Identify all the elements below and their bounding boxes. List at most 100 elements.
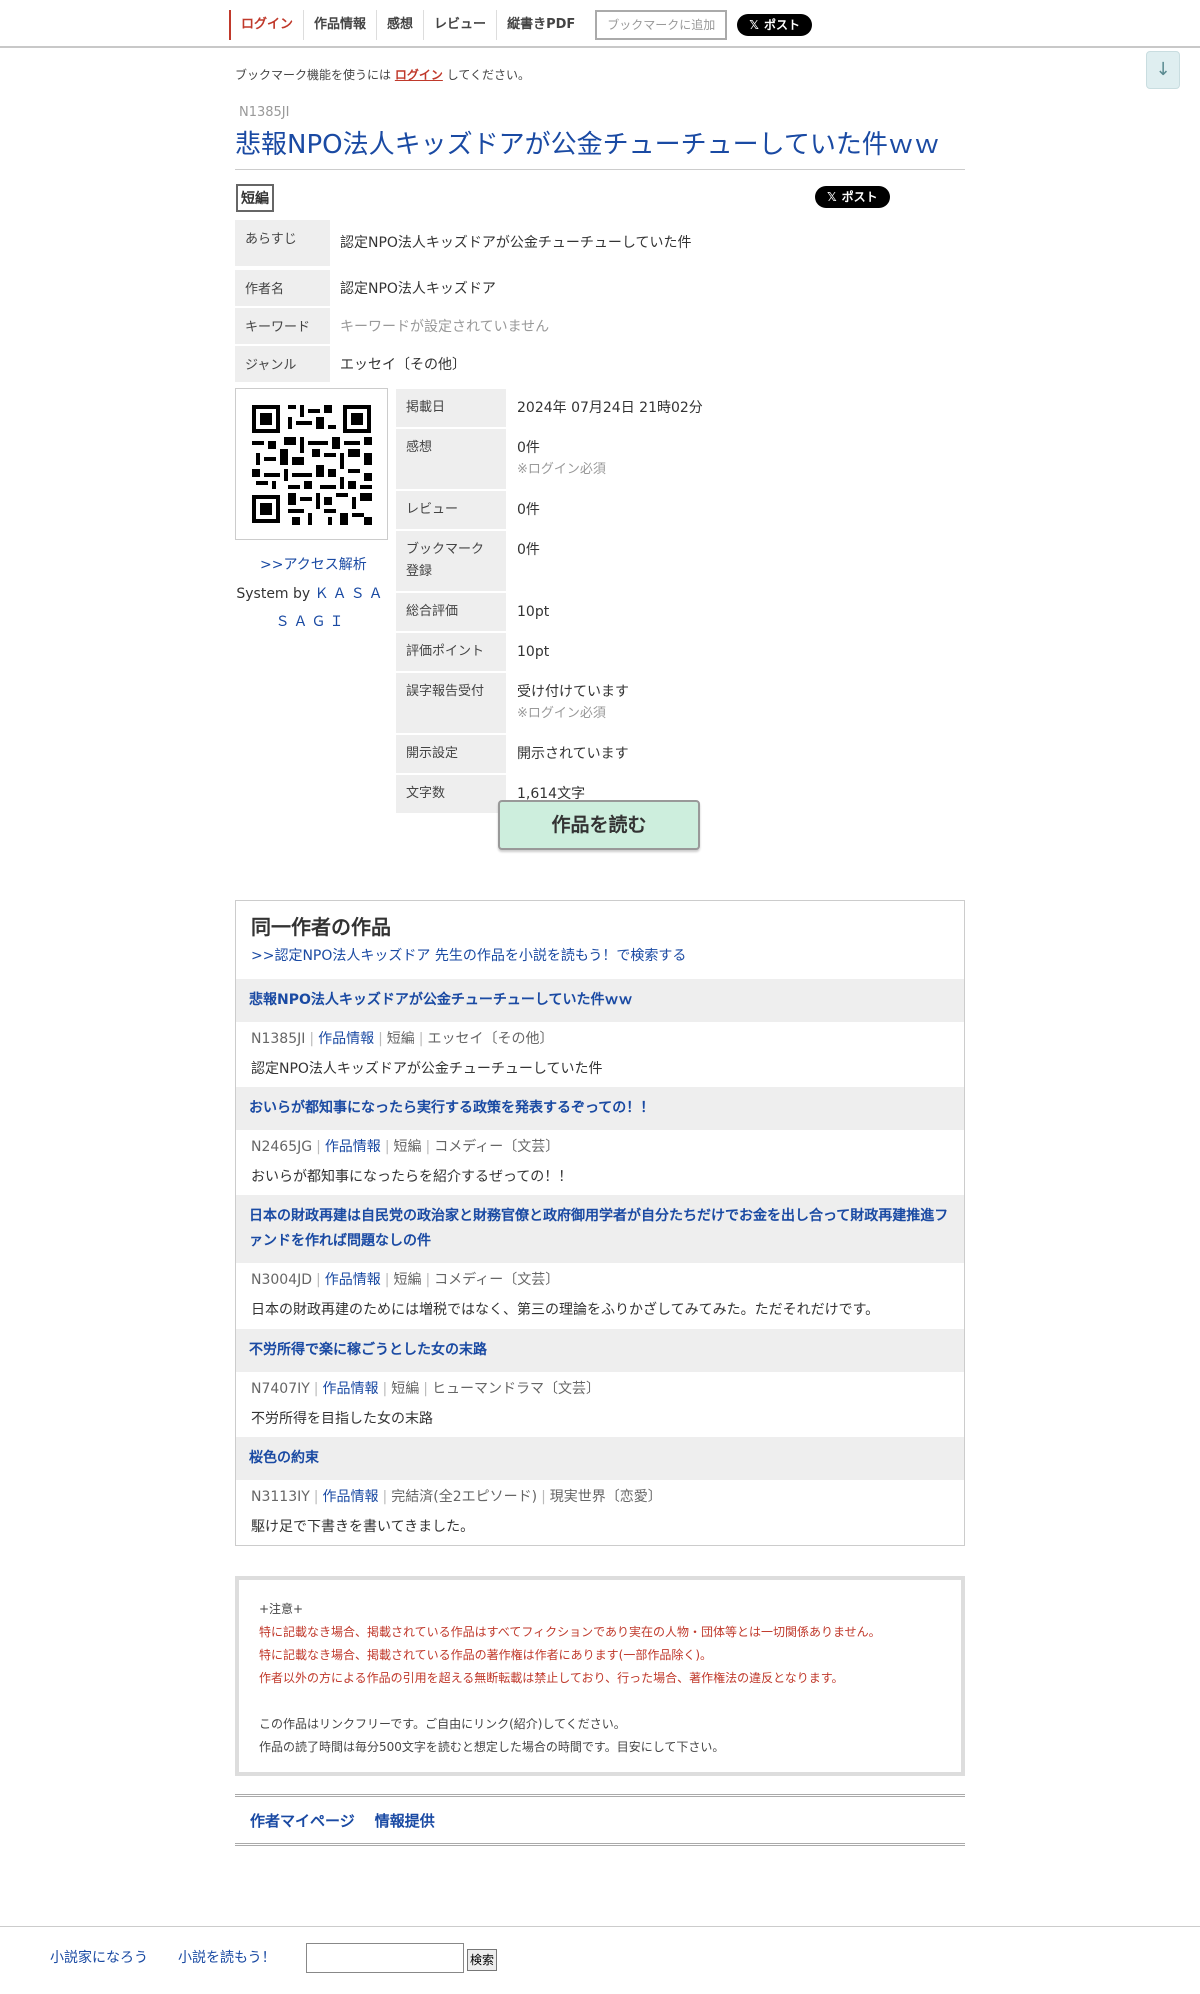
bottom-bar: 小説家になろう 小説を読もう！ 検索 (0, 1926, 1200, 1994)
scroll-down-button[interactable]: ↓ (1146, 51, 1180, 89)
bookmark-login-link[interactable]: ログイン (395, 68, 443, 82)
system-credit: System by ＫＡＳＡＳＡＧＩ (235, 580, 388, 636)
login-required-note: ※ログイン必須 (517, 706, 606, 721)
login-link[interactable]: ログイン (229, 10, 303, 40)
work-title-link[interactable]: 日本の財政再建は自民党の政治家と財務官僚と政府御用学者が自分たちだけでお金を出し… (236, 1195, 964, 1263)
stat-key: 開示設定 (396, 735, 506, 773)
stat-key: 誤字報告受付 (396, 673, 506, 733)
work-ncode: N7407IY (251, 1381, 310, 1397)
stat-key: 評価ポイント (396, 633, 506, 671)
work-info-link[interactable]: 作品情報 (323, 1381, 379, 1397)
stat-row: 総合評価 10pt (396, 593, 816, 631)
x-post-button[interactable]: 𝕏 ポスト (737, 14, 812, 36)
work-meta: N2465JG | 作品情報 | 短編 | コメディー〔文芸〕 (251, 1139, 560, 1155)
search-button[interactable]: 検索 (467, 1949, 497, 1971)
qr-code-icon (252, 405, 372, 525)
work-ncode: N3004JD (251, 1272, 313, 1288)
work-genre: ヒューマンドラマ〔文芸〕 (431, 1381, 600, 1397)
work-genre: コメディー〔文芸〕 (434, 1139, 560, 1155)
stat-key: 文字数 (396, 775, 506, 813)
page-title: 悲報NPO法人キッズドアが公金チューチューしていた件ｗｗ (235, 124, 965, 170)
add-bookmark-button[interactable]: ブックマークに追加 (595, 10, 728, 40)
stat-value: 0件 (517, 542, 540, 558)
stat-value: 0件 (517, 502, 540, 518)
access-analysis-link[interactable]: >>アクセス解析 (260, 554, 367, 574)
work-ncode: N3113IY (251, 1489, 310, 1505)
work-info-link[interactable]: 作品情報 (325, 1139, 381, 1155)
stat-key: 掲載日 (396, 389, 506, 427)
vertical-pdf-link[interactable]: 縦書きPDF (496, 10, 585, 40)
stat-value: 10pt (517, 644, 550, 660)
list-item: 不労所得で楽に稼ごうとした女の末路 N7407IY | 作品情報 | 短編 | ヒューマンド… (236, 1329, 964, 1439)
notice-line: 作品の読了時間は毎分500文字を読むと想定した場合の時間です。目安にして下さい。 (259, 1740, 725, 1754)
work-title-link[interactable]: 悲報NPO法人キッズドアが公金チューチューしていた件ｗｗ (236, 979, 964, 1022)
x-post-label: ポスト (841, 190, 878, 204)
work-kind: 短編 (393, 1272, 422, 1288)
work-genre: コメディー〔文芸〕 (434, 1272, 560, 1288)
notice-heading: +注意+ (259, 1602, 304, 1616)
work-meta: N3113IY | 作品情報 | 完結済(全2エピソード) | 現実世界〔恋愛〕 (251, 1489, 662, 1505)
stat-value: 10pt (517, 604, 550, 620)
list-item: 日本の財政再建は自民党の政治家と財務官僚と政府御用学者が自分たちだけでお金を出し… (236, 1195, 964, 1330)
x-post-button-secondary[interactable]: 𝕏 ポスト (815, 186, 890, 208)
review-link[interactable]: レビュー (423, 10, 496, 40)
shosetsu-wo-yomou-link[interactable]: 小説を読もう！ (178, 1947, 276, 1967)
search-input[interactable] (306, 1943, 464, 1973)
work-title-link[interactable]: 桜色の約束 (236, 1437, 964, 1480)
info-key: あらすじ (235, 220, 330, 266)
info-row-author: 作者名 認定NPO法人キッズドア (235, 270, 965, 306)
bookmark-notice: ブックマーク機能を使うには ログイン してください。 (235, 66, 530, 83)
work-kind: 短編 (391, 1381, 420, 1397)
work-ncode: N2465JG (251, 1139, 313, 1155)
info-value: 認定NPO法人キッズドアが公金チューチューしていた件 (340, 235, 692, 251)
stat-row: ブックマーク登録 0件 (396, 531, 816, 591)
stat-value: 0件 ※ログイン必須 (506, 429, 816, 489)
shosetsuka-ni-narou-link[interactable]: 小説家になろう (50, 1947, 148, 1967)
info-key: キーワード (235, 308, 330, 344)
stat-key: 総合評価 (396, 593, 506, 631)
list-item: おいらが都知事になったら実行する政策を発表するぞっての！！ N2465JG | 作品… (236, 1087, 964, 1197)
impressions-link[interactable]: 感想 (376, 10, 423, 40)
stat-value: 受け付けています ※ログイン必須 (506, 673, 816, 733)
stat-value-main: 0件 (517, 440, 540, 456)
info-row-genre: ジャンル エッセイ〔その他〕 (235, 346, 965, 382)
work-description: 駆け足で下書きを書いてきました。 (251, 1519, 475, 1535)
work-title-link[interactable]: おいらが都知事になったら実行する政策を発表するぞっての！！ (236, 1087, 964, 1130)
work-info-link[interactable]: 作品情報 (318, 1031, 374, 1047)
stat-value: 2024年 07月24日 21時02分 (517, 400, 703, 416)
stat-key: 感想 (396, 429, 506, 489)
stat-key: ブックマーク登録 (396, 531, 506, 591)
work-info-link[interactable]: 作品情報 (303, 10, 376, 40)
bookmark-notice-prefix: ブックマーク機能を使うには (235, 68, 392, 82)
stat-value-main: 受け付けています (517, 684, 629, 700)
work-kind: 完結済(全2エピソード) (391, 1489, 538, 1505)
author-mypage-link[interactable]: 作者マイページ (250, 1810, 355, 1831)
read-work-button[interactable]: 作品を読む (498, 800, 700, 850)
author-search-link[interactable]: >>認定NPO法人キッズドア 先生の作品を小説を読もう！で検索する (251, 945, 686, 965)
work-title-link[interactable]: 不労所得で楽に稼ごうとした女の末路 (236, 1329, 964, 1372)
stat-row: レビュー 0件 (396, 491, 816, 529)
work-description: 日本の財政再建のためには増税ではなく、第三の理論をふりかざしてみてみた。ただそれ… (251, 1302, 880, 1318)
work-genre: 現実世界〔恋愛〕 (549, 1489, 662, 1505)
type-badge: 短編 (236, 184, 274, 212)
stat-row: 評価ポイント 10pt (396, 633, 816, 671)
work-kind: 短編 (393, 1139, 422, 1155)
info-provide-link[interactable]: 情報提供 (375, 1810, 435, 1831)
system-by-label: System by (236, 586, 311, 602)
ncode: N1385JI (239, 105, 290, 120)
work-genre: エッセイ〔その他〕 (427, 1031, 554, 1047)
work-info-link[interactable]: 作品情報 (323, 1489, 379, 1505)
stat-value: 開示されています (517, 746, 629, 762)
x-post-label: ポスト (763, 18, 800, 32)
stat-row: 掲載日 2024年 07月24日 21時02分 (396, 389, 816, 427)
work-meta: N3004JD | 作品情報 | 短編 | コメディー〔文芸〕 (251, 1272, 560, 1288)
list-item: 桜色の約束 N3113IY | 作品情報 | 完結済(全2エピソード) | 現実世界〔恋愛〕… (236, 1437, 964, 1547)
notice-line: 作者以外の方による作品の引用を超える無断転載は禁止しており、行った場合、著作権法… (259, 1671, 844, 1685)
top-navigation: ログイン 作品情報 感想 レビュー 縦書きPDF ブックマークに追加 𝕏 ポスト (0, 0, 1200, 48)
info-value: キーワードが設定されていません (340, 319, 550, 335)
stat-row: 誤字報告受付 受け付けています ※ログイン必須 (396, 673, 816, 733)
work-info-link[interactable]: 作品情報 (325, 1272, 381, 1288)
same-author-section: 同一作者の作品 >>認定NPO法人キッズドア 先生の作品を小説を読もう！で検索す… (235, 900, 965, 1546)
stats-table: 掲載日 2024年 07月24日 21時02分 感想 0件 ※ログイン必須 レビュー 0… (396, 389, 816, 815)
section-heading: 同一作者の作品 (251, 915, 391, 939)
